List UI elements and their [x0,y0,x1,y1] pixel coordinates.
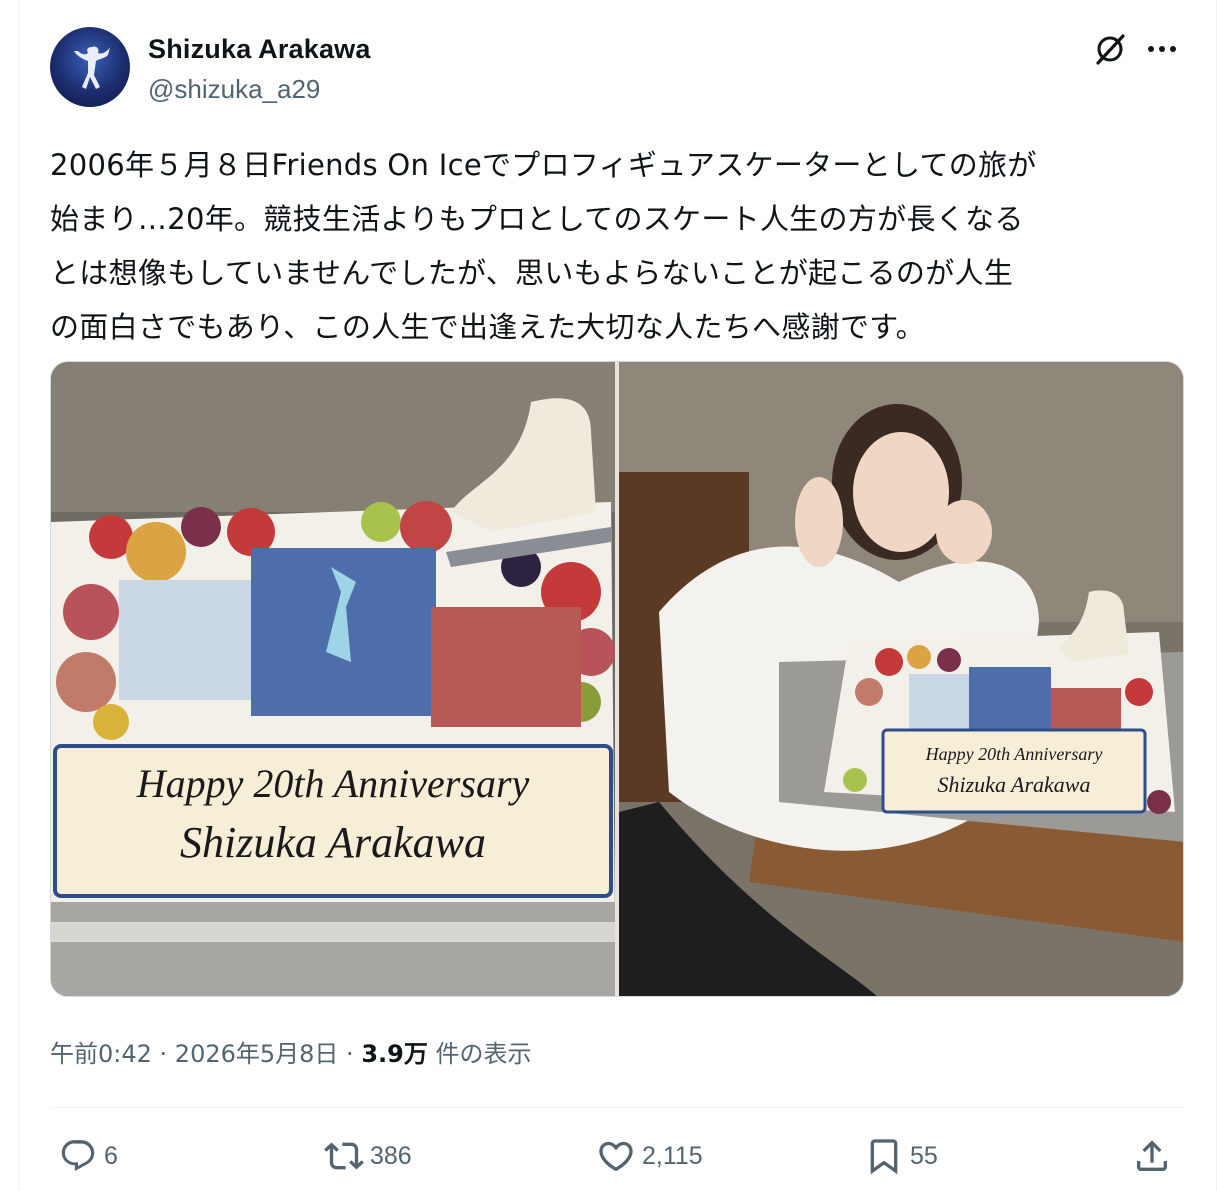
views-count: 3.9万 [361,1040,428,1068]
retweet-button[interactable]: 386 [322,1134,412,1178]
tweet-meta: 午前0:42 · 2026年5月8日 · 3.9万 件の表示 [50,1034,531,1069]
tweet-text: 2006年５月８日Friends On Iceでプロフィギュアスケーターとしての… [50,148,1037,344]
divider [50,1107,1184,1108]
meta-separator: · [151,1040,175,1068]
views-label: 件の表示 [427,1040,532,1068]
share-button[interactable] [1130,1134,1174,1178]
tweet-date[interactable]: 2026年5月8日 [175,1040,339,1068]
like-button[interactable]: 2,115 [594,1134,703,1178]
author-handle[interactable]: @shizuka_a29 [148,74,320,105]
retweet-icon [322,1134,366,1178]
meta-separator: · [338,1040,362,1068]
author-name[interactable]: Shizuka Arakawa [148,34,371,65]
grok-icon [1096,34,1125,65]
like-count: 2,115 [642,1141,703,1170]
right-plaque-line2: Shizuka Arakawa [938,772,1091,797]
share-icon [1130,1134,1174,1178]
media-grid: Happy 20th Anniversary Shizuka Arakawa H… [50,361,1184,997]
left-plaque-line1: Happy 20th Anniversary [136,761,530,806]
more-button[interactable] [1142,30,1182,68]
left-plaque-line2: Shizuka Arakawa [180,818,486,867]
grok-button[interactable] [1090,30,1130,68]
bookmark-icon [862,1134,906,1178]
skater-figure-icon [74,46,110,89]
photo-skater-with-cake[interactable]: Happy 20th Anniversary Shizuka Arakawa [619,362,1183,996]
more-icon [1148,46,1176,52]
right-plaque-line1: Happy 20th Anniversary [925,744,1103,764]
reply-icon [56,1134,100,1178]
bookmark-button[interactable]: 55 [862,1134,938,1178]
bookmark-count: 55 [910,1141,938,1170]
photo-cake-closeup[interactable]: Happy 20th Anniversary Shizuka Arakawa [51,362,615,996]
avatar[interactable] [50,27,130,107]
heart-icon [594,1134,638,1178]
reply-count: 6 [104,1141,118,1170]
reply-button[interactable]: 6 [56,1134,118,1178]
tweet-time[interactable]: 午前0:42 [50,1040,152,1068]
retweet-count: 386 [370,1141,412,1170]
